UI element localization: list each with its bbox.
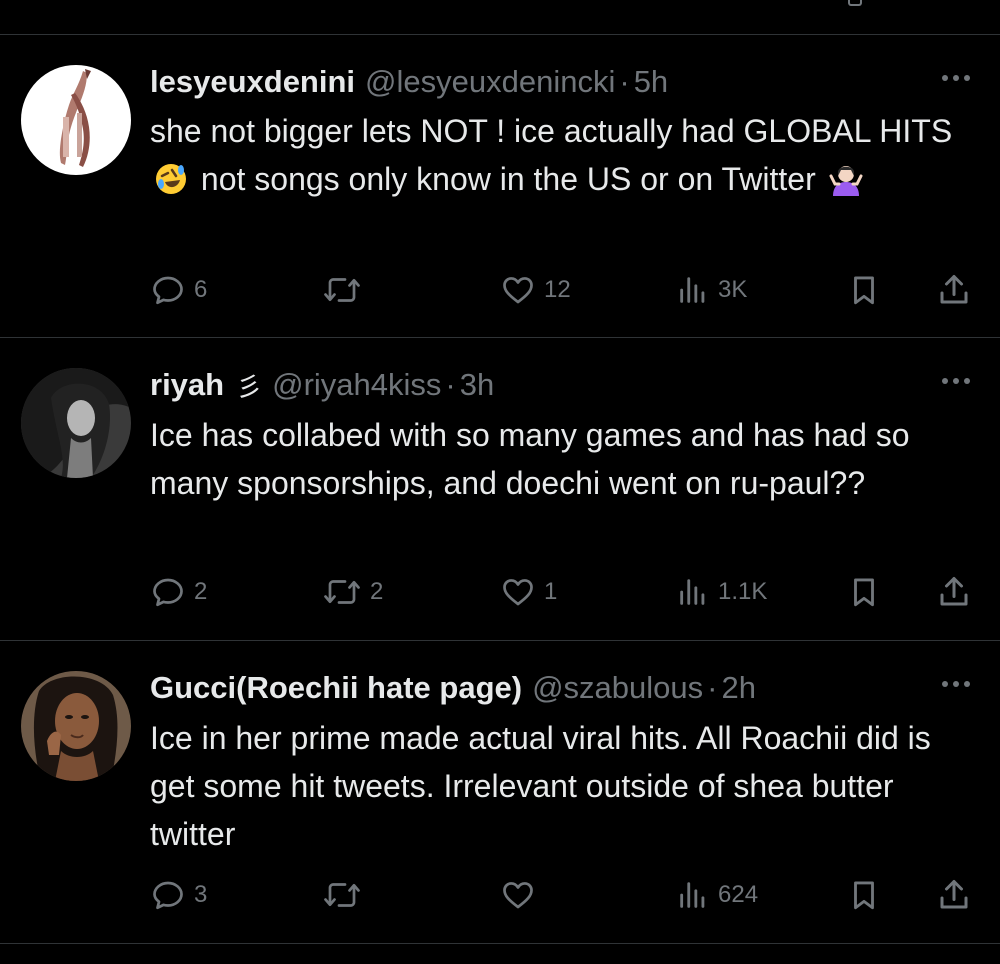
tweet-text-part: Ice in her prime made actual viral hits.…: [150, 720, 931, 852]
views-chart-icon: [680, 277, 705, 303]
share-icon: [940, 577, 968, 606]
repost-count: 2: [370, 578, 384, 605]
share-button[interactable]: [936, 270, 972, 310]
repost-button[interactable]: 2: [322, 572, 383, 612]
tweet-header: lesyeuxdenini @lesyeuxdenincki · 5h: [150, 62, 668, 102]
views-button[interactable]: 1.1K: [676, 572, 767, 612]
views-chart-icon: [680, 579, 705, 605]
tweet-actions: 3 624: [150, 875, 980, 915]
repost-icon: [324, 278, 360, 302]
view-count: 624: [718, 881, 759, 908]
previous-tweet-edge: [0, 0, 1000, 34]
like-button[interactable]: [500, 875, 544, 915]
share-button[interactable]: [936, 572, 972, 612]
separator-dot: ·: [619, 64, 630, 99]
tweet-text: Ice has collabed with so many games and …: [150, 411, 980, 507]
timestamp[interactable]: 3h: [460, 367, 494, 403]
handle[interactable]: @lesyeuxdenincki: [365, 64, 615, 100]
share-button[interactable]: [936, 875, 972, 915]
reply-button[interactable]: 6: [150, 270, 207, 310]
display-name[interactable]: Gucci(Roechii hate page): [150, 670, 522, 706]
like-count: 12: [544, 276, 571, 303]
tweet-text-part: she not bigger lets NOT ! ice actually h…: [150, 113, 953, 149]
heart-icon: [503, 579, 533, 606]
bookmark-icon: [854, 578, 874, 607]
name-badge: 彡: [236, 371, 263, 402]
bookmark-icon: [854, 276, 874, 305]
tweet-actions: 6 12 3K: [150, 270, 980, 310]
tweet-actions: 2 2 1 1.1K: [150, 572, 980, 612]
reply-icon: [153, 881, 183, 910]
share-icon-partial: [848, 0, 862, 6]
tweet[interactable]: lesyeuxdenini @lesyeuxdenincki · 5h she …: [0, 35, 1000, 337]
reply-count: 6: [194, 276, 208, 303]
reply-icon: [153, 276, 183, 305]
separator-dot: ·: [445, 367, 456, 402]
timestamp[interactable]: 5h: [634, 64, 668, 100]
repost-icon: [324, 580, 360, 604]
like-button[interactable]: 1: [500, 572, 557, 612]
bookmark-button[interactable]: [847, 572, 881, 612]
avatar[interactable]: [21, 368, 131, 478]
like-button[interactable]: 12: [500, 270, 571, 310]
share-icon: [940, 275, 968, 304]
separator-dot: ·: [707, 670, 718, 705]
tweet[interactable]: Gucci(Roechii hate page) @szabulous · 2h…: [0, 641, 1000, 943]
like-count: 1: [544, 578, 558, 605]
heart-icon: [503, 277, 533, 304]
rolling-on-floor-laughing-icon: [156, 164, 186, 194]
views-button[interactable]: 624: [676, 875, 758, 915]
avatar[interactable]: [21, 671, 131, 781]
tweet-text: Ice in her prime made actual viral hits.…: [150, 714, 980, 858]
display-name[interactable]: riyah: [150, 367, 224, 403]
repost-button[interactable]: [322, 270, 370, 310]
reply-count: 3: [194, 881, 208, 908]
tweet-text-part: not songs only know in the US or on Twit…: [200, 161, 816, 197]
more-options-icon[interactable]: [940, 678, 972, 690]
view-count: 1.1K: [718, 578, 768, 605]
heart-icon: [503, 882, 533, 909]
display-name[interactable]: lesyeuxdenini: [150, 64, 355, 100]
tweet-text-part: Ice has collabed with so many games and …: [150, 417, 910, 501]
more-options-icon[interactable]: [940, 375, 972, 387]
reply-count: 2: [194, 578, 208, 605]
reply-button[interactable]: 2: [150, 572, 207, 612]
bookmark-button[interactable]: [847, 270, 881, 310]
tweet[interactable]: riyah 彡 @riyah4kiss · 3h Ice has collabe…: [0, 338, 1000, 640]
avatar[interactable]: [21, 65, 131, 175]
divider: [0, 943, 1000, 944]
more-options-icon[interactable]: [940, 72, 972, 84]
reply-button[interactable]: 3: [150, 875, 207, 915]
tweet-text: she not bigger lets NOT ! ice actually h…: [150, 107, 980, 203]
reply-icon: [153, 578, 183, 607]
handle[interactable]: @szabulous: [532, 670, 703, 706]
repost-icon: [324, 883, 360, 907]
tweet-header: riyah 彡 @riyah4kiss · 3h: [150, 365, 494, 405]
views-button[interactable]: 3K: [676, 270, 747, 310]
view-count: 3K: [718, 276, 748, 303]
bookmark-icon: [854, 881, 874, 910]
repost-button[interactable]: [322, 875, 370, 915]
share-icon: [940, 880, 968, 909]
bookmark-button[interactable]: [847, 875, 881, 915]
shrugging-icon: [829, 166, 863, 196]
timestamp[interactable]: 2h: [721, 670, 755, 706]
views-chart-icon: [680, 882, 705, 908]
tweet-header: Gucci(Roechii hate page) @szabulous · 2h: [150, 668, 756, 708]
handle[interactable]: @riyah4kiss: [272, 367, 441, 403]
